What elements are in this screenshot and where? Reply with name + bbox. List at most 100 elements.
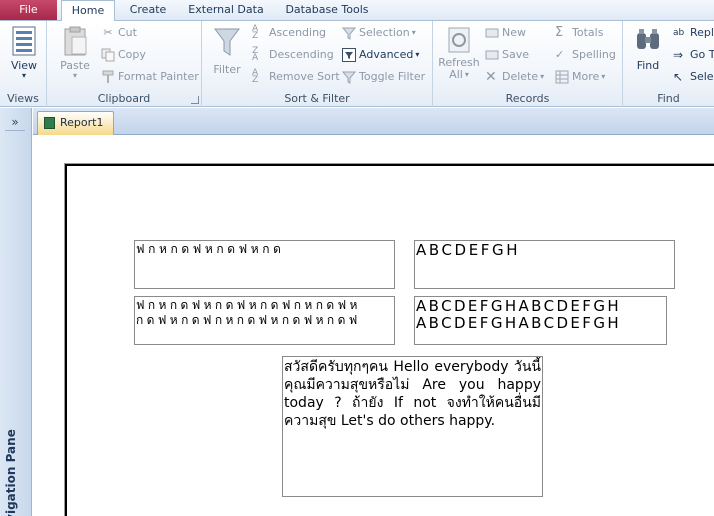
thai-single-text: ฟกหกดฟหกดฟหกด: [136, 242, 285, 256]
copy-label: Copy: [118, 48, 146, 61]
ribbon-tab-row: File Home Create External Data Database …: [0, 0, 714, 22]
refresh-caret-icon: ▾: [464, 70, 469, 79]
replace-label: Repl: [690, 26, 714, 39]
new-label: New: [502, 26, 526, 39]
cut-label: Cut: [118, 26, 137, 39]
replace-button[interactable]: ab Repl: [673, 24, 714, 42]
save-label: Save: [502, 48, 530, 61]
spelling-label: Spelling: [572, 48, 616, 61]
selection-button[interactable]: Selection ▾: [342, 24, 416, 42]
delete-x-icon: ✕: [485, 69, 497, 85]
binoculars-icon: [637, 29, 659, 49]
document-area: Report1 ฟกหกดฟหกดฟหกด ABCDEFGH ฟกหกดฟหกด…: [33, 108, 714, 516]
more-caret-icon: ▾: [601, 72, 606, 81]
group-label-find: Find: [657, 92, 680, 105]
view-caret-icon: ▾: [21, 71, 26, 80]
delete-label: Delete: [502, 70, 539, 83]
descending-label: Descending: [269, 48, 334, 61]
latin-line-2: ABCDEFGHABCDEFGH: [416, 314, 622, 332]
arrow-right-icon: ⇒: [673, 48, 684, 62]
group-records: Refresh All ▾ New Save ✕ Delete ▾ Σ Totals ✓…: [433, 21, 623, 107]
report-canvas: ฟกหกดฟหกดฟหกด ABCDEFGH ฟกหกดฟหกดฟหกดฟกหก…: [33, 135, 714, 516]
filter-button[interactable]: Filter: [208, 25, 246, 76]
delete-caret-icon: ▾: [540, 72, 545, 81]
refresh-all-button[interactable]: Refresh All ▾: [437, 25, 481, 81]
latin-multiline-field[interactable]: ABCDEFGHABCDEFGH ABCDEFGHABCDEFGH: [414, 296, 667, 345]
selection-label: Selection: [359, 26, 410, 39]
totals-label: Totals: [572, 26, 604, 39]
navigation-pane-label[interactable]: Navigation Pane: [4, 340, 18, 516]
more-label: More: [572, 70, 600, 83]
funnel-icon: [214, 28, 240, 56]
report-icon: [44, 117, 55, 129]
document-tab-label: Report1: [60, 116, 104, 129]
ascending-button[interactable]: A Z Ascending: [252, 24, 326, 42]
selection-caret-icon: ▾: [411, 28, 416, 37]
refresh-icon: [448, 27, 470, 53]
sort-ascending-icon: AZ: [252, 24, 259, 41]
toggle-filter-button[interactable]: Toggle Filter: [342, 68, 425, 86]
nav-pane-toggle-icon[interactable]: »: [5, 113, 25, 131]
group-label-sort-filter: Sort & Filter: [284, 92, 350, 105]
copy-icon: [101, 48, 115, 62]
tab-home[interactable]: Home: [61, 0, 115, 22]
format-painter-button[interactable]: Format Painter: [101, 68, 199, 86]
navigation-pane: » Navigation Pane: [0, 108, 32, 516]
remove-sort-label: Remove Sort: [269, 70, 340, 83]
goto-label: Go T: [690, 48, 714, 61]
new-record-button[interactable]: New: [485, 24, 526, 42]
ribbon: View ▾ Views Paste ▾ ✂ Cut Copy Format Pa…: [0, 21, 714, 107]
goto-button[interactable]: ⇒ Go T: [673, 46, 714, 64]
thai-line-2: กดฟหกดฟกหกดฟหกดฟหกดฟ: [136, 313, 361, 327]
group-label-clipboard: Clipboard: [97, 92, 151, 105]
tab-file[interactable]: File: [0, 0, 57, 20]
datasheet-view-icon: [12, 26, 36, 56]
advanced-button[interactable]: Advanced ▾: [342, 46, 419, 64]
group-label-records: Records: [505, 92, 550, 105]
select-label: Sele: [690, 70, 714, 83]
new-record-icon: [485, 28, 499, 38]
paste-button[interactable]: Paste ▾: [57, 25, 93, 80]
totals-button[interactable]: Σ Totals: [555, 24, 603, 42]
group-label-views: Views: [7, 92, 39, 105]
selection-filter-icon: [342, 27, 356, 40]
tab-external-data[interactable]: External Data: [186, 0, 266, 21]
spelling-check-icon: ✓: [555, 48, 565, 61]
find-button[interactable]: Find: [629, 25, 667, 72]
tab-create[interactable]: Create: [125, 0, 171, 21]
clipboard-launcher-icon[interactable]: [191, 96, 199, 104]
group-find: Find ab Repl ⇒ Go T ↖ Sele Find: [623, 21, 714, 107]
paintbrush-icon: [102, 70, 114, 83]
more-button[interactable]: More ▾: [555, 68, 605, 86]
latin-text-field[interactable]: ABCDEFGH: [414, 240, 675, 289]
ascending-label: Ascending: [269, 26, 327, 39]
mixed-text: สวัสดีครับทุกๆคน Hello everybody วันนี้ค…: [284, 359, 541, 429]
mixed-language-field[interactable]: สวัสดีครับทุกๆคน Hello everybody วันนี้ค…: [282, 356, 543, 497]
advanced-caret-icon: ▾: [415, 50, 420, 59]
thai-multiline-field[interactable]: ฟกหกดฟหกดฟหกดฟกหกดฟห กดฟหกดฟกหกดฟหกดฟหกด…: [134, 296, 395, 345]
find-label: Find: [636, 59, 660, 72]
replace-icon: ab: [673, 28, 685, 38]
more-grid-icon: [555, 70, 569, 84]
group-views: View ▾ Views: [0, 21, 47, 107]
spelling-button[interactable]: ✓ Spelling: [555, 46, 616, 64]
thai-line-1: ฟกหกดฟหกดฟหกดฟกหกดฟห: [136, 298, 361, 312]
copy-button[interactable]: Copy: [101, 46, 146, 64]
save-record-button[interactable]: Save: [485, 46, 529, 64]
remove-sort-button[interactable]: A Z Remove Sort: [252, 68, 340, 86]
tab-database-tools[interactable]: Database Tools: [280, 0, 374, 21]
toggle-filter-icon: [342, 71, 356, 84]
document-tab-report1[interactable]: Report1: [37, 111, 114, 135]
view-button[interactable]: View ▾: [4, 25, 44, 80]
delete-record-button[interactable]: ✕ Delete ▾: [485, 68, 544, 86]
toggle-filter-label: Toggle Filter: [359, 70, 426, 83]
latin-line-1: ABCDEFGHABCDEFGH: [416, 297, 622, 315]
paste-caret-icon: ▾: [72, 71, 77, 80]
cut-button[interactable]: ✂ Cut: [101, 24, 137, 42]
group-sort-filter: Filter A Z Ascending Z A Descending A Z Remove…: [202, 21, 433, 107]
select-button[interactable]: ↖ Sele: [673, 68, 714, 86]
thai-text-field[interactable]: ฟกหกดฟหกดฟหกด: [134, 240, 395, 289]
sigma-icon: Σ: [555, 25, 564, 40]
clipboard-icon: [64, 26, 87, 56]
descending-button[interactable]: Z A Descending: [252, 46, 334, 64]
